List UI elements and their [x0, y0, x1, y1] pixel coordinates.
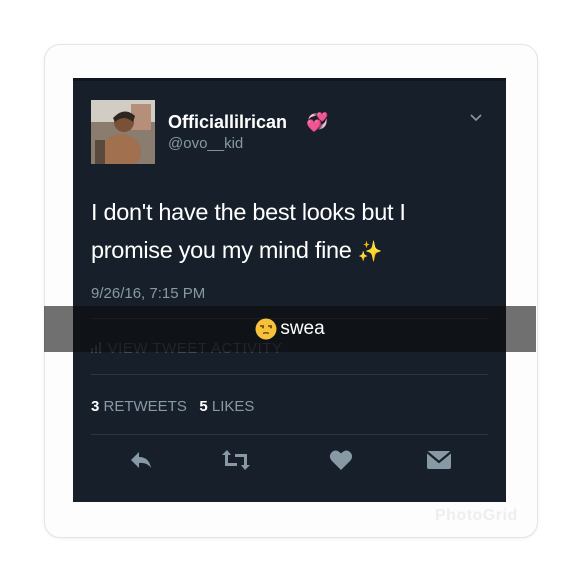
retweets-count[interactable]: 3	[91, 398, 99, 415]
like-button[interactable]	[324, 445, 358, 479]
avatar[interactable]	[91, 100, 155, 164]
tweet-text: I don't have the best looks but I promis…	[91, 193, 491, 271]
tweet-card: Officiallilrican 💞 @ovo__kid I don't hav…	[73, 78, 506, 502]
display-name[interactable]: Officiallilrican	[168, 112, 287, 133]
top-edge	[73, 78, 506, 81]
snapchat-caption: swea	[0, 306, 580, 352]
photogrid-watermark: PhotoGrid	[435, 507, 518, 524]
sparkles-icon: ✨	[357, 241, 383, 263]
chevron-down-icon[interactable]	[468, 110, 484, 131]
reply-button[interactable]	[124, 445, 158, 479]
direct-message-button[interactable]	[422, 445, 456, 479]
retweets-label[interactable]: RETWEETS	[104, 398, 187, 415]
caption-text: swea	[280, 318, 325, 339]
like-icon	[329, 449, 353, 476]
two-hearts-icon: 💞	[306, 112, 329, 132]
divider	[91, 374, 488, 375]
timestamp: 9/26/16, 7:15 PM	[91, 285, 206, 302]
handle[interactable]: @ovo__kid	[168, 135, 243, 152]
unamused-face-icon	[255, 318, 277, 340]
engagement-counts: 3 RETWEETS 5 LIKES	[91, 398, 254, 415]
reply-icon	[129, 450, 153, 475]
divider	[91, 434, 488, 435]
dm-icon	[426, 450, 452, 475]
likes-label[interactable]: LIKES	[212, 398, 255, 415]
retweet-icon	[221, 449, 251, 476]
retweet-button[interactable]	[219, 445, 253, 479]
likes-count[interactable]: 5	[199, 398, 207, 415]
